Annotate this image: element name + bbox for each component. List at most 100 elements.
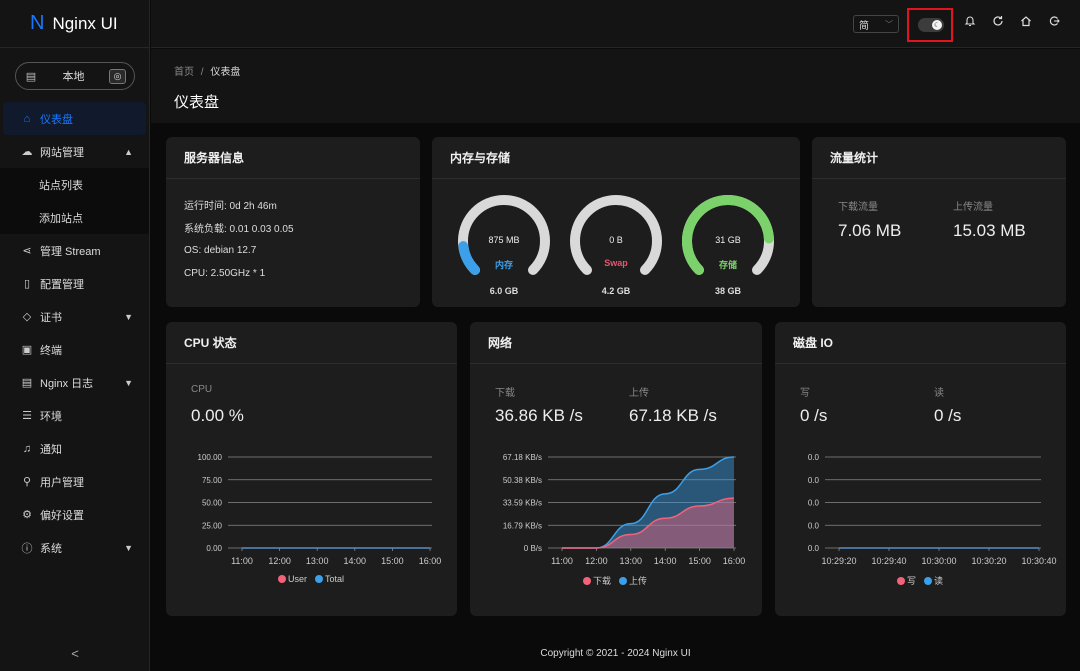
home-icon[interactable] [1020,15,1032,30]
legend-user[interactable]: User [278,574,307,584]
storage-total: 38 GB [714,286,741,296]
x-tick-label: 14:00 [654,556,677,566]
download-traffic-value: 7.06 MB [838,221,902,240]
info-icon: ⓘ [21,542,33,555]
server-info-card: 服务器信息 运行时间: 0d 2h 46m 系统负载: 0.01 0.03 0.… [166,137,420,307]
sidebar-item-sites[interactable]: ☁ 网站管理 ▲ [0,135,149,168]
sidebar-item-certificates[interactable]: ◇ 证书 ▼ [0,300,149,333]
cpu-label: CPU [191,384,213,395]
breadcrumb-separator: / [200,67,204,78]
sidebar: N Nginx UI ▤ 本地 ◎ ⌂ 仪表盘 ☁ 网站管理 ▲ 站点列表 添加站点 … [0,0,150,671]
os-text: OS: debian 12.7 [184,245,257,256]
sidebar-item-config[interactable]: ▯ 配置管理 [0,267,149,300]
sidebar-item-system[interactable]: ⓘ 系统 ▼ [0,531,149,564]
theme-toggle[interactable]: ☾ [918,18,944,32]
legend-total[interactable]: Total [315,574,344,584]
x-tick-label: 13:00 [620,556,643,566]
chevron-down-icon: ﹀ [885,19,893,29]
cpu-chart: 0.00 25.00 50.00 75.00 100.00 11:00 12:00 13:00… [198,453,442,566]
page-title: 仪表盘 [174,94,220,111]
sidebar-item-dashboard[interactable]: ⌂ 仪表盘 [3,102,146,135]
x-tick-label: 10:30:40 [1021,556,1056,566]
sidebar-item-add-site[interactable]: 添加站点 [0,201,149,234]
x-tick-label: 13:00 [306,556,329,566]
environment-selector[interactable]: ▤ 本地 ◎ [15,62,135,90]
card-title: CPU 状态 [166,322,457,364]
sidebar-item-terminal[interactable]: ▣ 终端 [0,333,149,366]
sidebar-item-stream[interactable]: ⋖ 管理 Stream [0,234,149,267]
language-value: 简 [859,20,869,32]
sidebar-item-users[interactable]: ⚲ 用户管理 [0,465,149,498]
bell-icon: ♫ [22,442,32,455]
y-tick-label: 50.00 [202,499,223,508]
write-value: 0 /s [800,406,828,425]
chevron-down-icon: ▼ [124,377,133,388]
disk-io-card: 磁盘 IO 写 0 /s 读 0 /s 0.0 0.0 0.0 0.0 0.0 10:29… [775,322,1066,616]
moon-icon: ☾ [932,20,942,30]
cpu-status-card: CPU 状态 CPU 0.00 % 0.00 25.00 50.00 75.00 100… [166,322,457,616]
legend-read[interactable]: 读 [924,574,943,587]
network-legend: 下载 上传 [583,574,647,587]
logo[interactable]: N Nginx UI [0,0,149,48]
swap-label: Swap [604,258,628,268]
x-tick-label: 14:00 [344,556,367,566]
sidebar-item-environment[interactable]: ☰ 环境 [0,399,149,432]
legend-download[interactable]: 下载 [583,574,611,587]
x-tick-label: 16:00 [723,556,746,566]
server-icon: ▤ [25,70,37,83]
y-tick-label: 67.18 KB/s [503,453,542,462]
card-title: 网络 [470,322,762,364]
language-select[interactable]: 简 ﹀ [853,15,899,33]
sidebar-item-preferences[interactable]: ⚙ 偏好设置 [0,498,149,531]
x-tick-label: 15:00 [688,556,711,566]
collapse-sidebar-button[interactable]: < [0,646,150,661]
environment-label: 本地 [62,71,85,83]
shield-icon: ◇ [22,311,32,323]
sidebar-item-notifications[interactable]: ♫ 通知 [0,432,149,465]
legend-write[interactable]: 写 [897,574,916,587]
cpu-value: 0.00 % [191,406,244,425]
x-tick-label: 12:00 [585,556,608,566]
sidebar-item-nginx-log[interactable]: ▤ Nginx 日志 ▼ [0,366,149,399]
upload-rate: 67.18 KB /s [629,406,717,425]
legend-upload[interactable]: 上传 [619,574,647,587]
y-tick-label: 0.0 [808,476,820,485]
x-tick-label: 11:00 [231,556,253,566]
breadcrumb: 首页 / 仪表盘 [174,63,240,78]
logout-icon[interactable] [1048,15,1060,30]
top-header: 简 ﹀ ☾ [151,0,1080,48]
download-label: 下载 [495,388,515,399]
logo-icon: N [30,12,45,34]
y-tick-label: 0 B/s [524,544,542,553]
swap-total: 4.2 GB [601,286,631,296]
gear-icon: ⚙ [22,509,32,521]
footer-copyright: Copyright © 2021 - 2024 Nginx UI [540,648,691,659]
y-tick-label: 16.79 KB/s [503,521,542,530]
x-tick-label: 11:00 [551,556,573,566]
storage-gauge: 31 GB 存储 38 GB [678,193,778,296]
memory-storage-card: 内存与存储 875 MB 内存 6.0 GB 0 B Swap 4.2 GB 3… [432,137,800,307]
breadcrumb-home[interactable]: 首页 [174,67,194,78]
storage-label: 存储 [718,260,737,270]
home-icon: ⌂ [23,112,31,125]
swap-used: 0 B [609,235,623,245]
network-card: 网络 下载 36.86 KB /s 上传 67.18 KB /s 0 B/s 16… [470,322,762,616]
page-header: 首页 / 仪表盘 仪表盘 [151,49,1080,123]
database-icon: ☰ [22,410,32,422]
bell-icon[interactable] [964,15,976,30]
memory-gauge: 875 MB 内存 6.0 GB [454,193,554,296]
upload-traffic-label: 上传流量 [953,202,993,213]
y-tick-label: 33.59 KB/s [503,499,542,508]
x-tick-label: 15:00 [381,556,404,566]
memory-used: 875 MB [488,235,520,245]
reload-icon[interactable] [992,15,1004,30]
memory-label: 内存 [494,260,513,270]
cpu-legend: User Total [278,574,344,584]
read-value: 0 /s [934,406,962,425]
traffic-card: 流量统计 下载流量 7.06 MB 上传流量 15.03 MB [812,137,1066,307]
terminal-icon: ▣ [21,344,33,356]
dashboard-icon[interactable]: ◎ [109,68,126,84]
chevron-up-icon: ▲ [124,146,133,157]
share-icon: ⋖ [22,245,32,257]
sidebar-item-site-list[interactable]: 站点列表 [0,168,149,201]
